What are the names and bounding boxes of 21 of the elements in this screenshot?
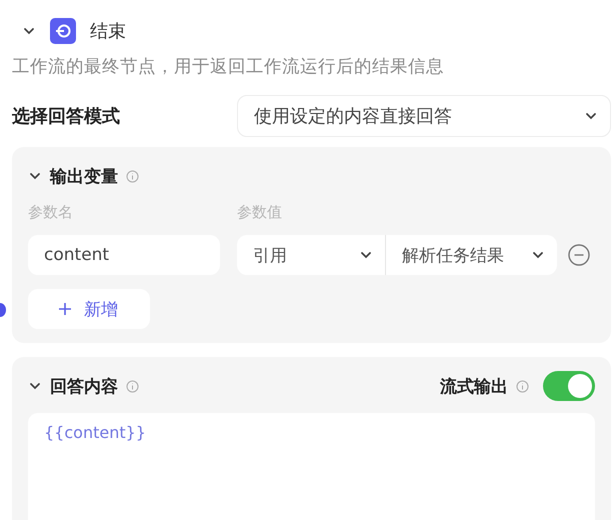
- mode-label: 选择回答模式: [12, 105, 120, 128]
- info-icon: [126, 380, 139, 392]
- streaming-label: 流式输出: [440, 376, 508, 398]
- add-button[interactable]: 新增: [28, 289, 150, 329]
- column-header: 参数值: [237, 203, 282, 222]
- section-title: 回答内容: [50, 376, 118, 398]
- content-editor[interactable]: {{content}}: [28, 413, 595, 520]
- info-icon: [516, 380, 529, 392]
- mode-select[interactable]: 使用设定的内容直接回答: [237, 95, 611, 137]
- value-select[interactable]: 解析任务结果: [385, 235, 557, 275]
- info-icon: [126, 170, 139, 182]
- source-select[interactable]: 引用: [237, 235, 385, 275]
- end-node-icon: [50, 18, 76, 44]
- section-title: 输出变量: [50, 166, 118, 188]
- plus-icon: [58, 302, 72, 316]
- node-description: 工作流的最终节点，用于返回工作流运行后的结果信息: [12, 56, 445, 78]
- param-name-field[interactable]: content: [28, 235, 220, 275]
- column-header: 参数名: [28, 203, 73, 221]
- streaming-toggle[interactable]: [543, 371, 595, 401]
- node-title: 结束: [90, 20, 126, 43]
- remove-icon[interactable]: [568, 244, 590, 266]
